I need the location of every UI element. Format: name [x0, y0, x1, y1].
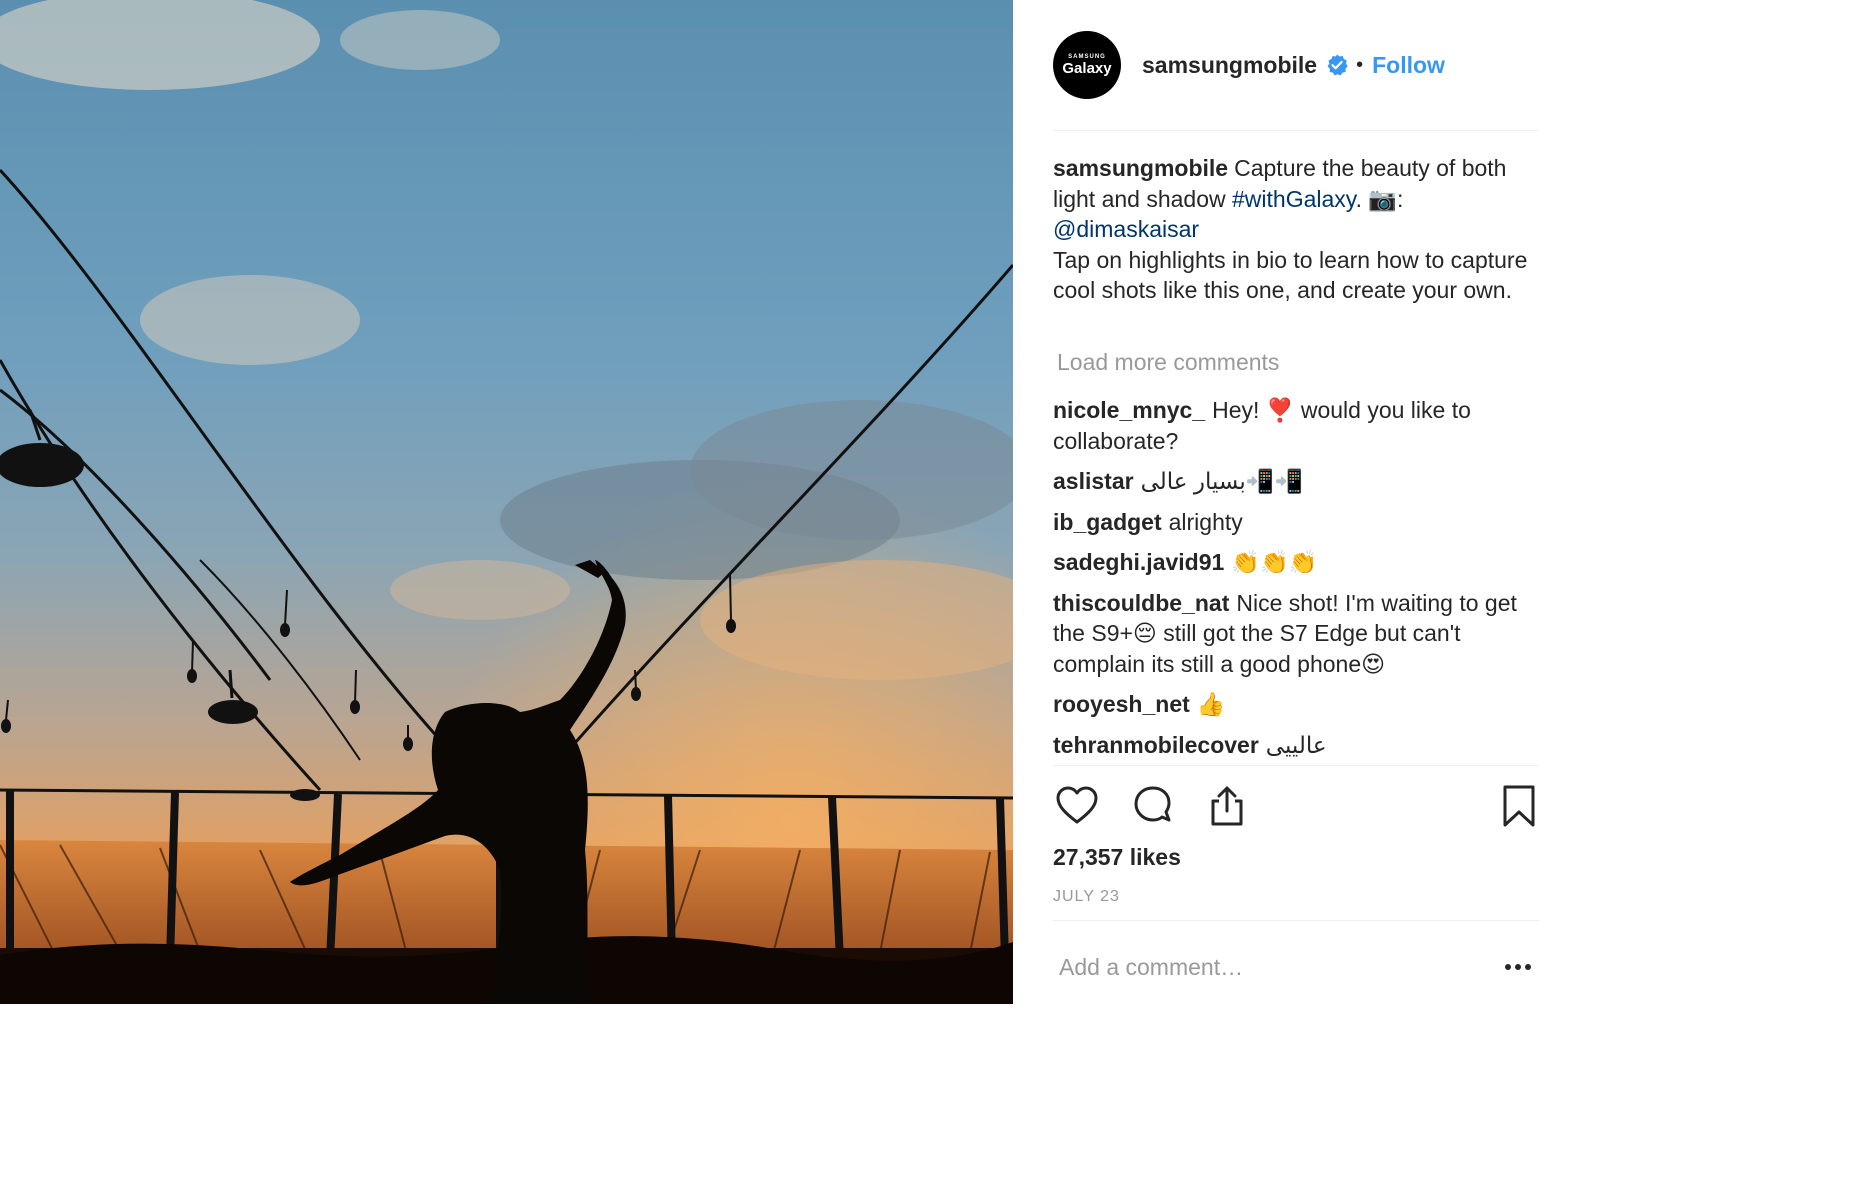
comment-text: 👏👏👏: [1231, 549, 1318, 575]
comment-item: nicole_mnyc_ Hey! ❣️ would you like to co…: [1053, 395, 1539, 456]
comment-item: thiscouldbe_nat Nice shot! I'm waiting to…: [1053, 588, 1539, 680]
header-divider: [1053, 130, 1539, 131]
verified-badge-icon: [1327, 54, 1348, 76]
comment-list: nicole_mnyc_ Hey! ❣️ would you like to co…: [1053, 395, 1539, 770]
post-side-panel: SAMSUNG Galaxy samsungmobile • Follow sa…: [1013, 0, 1556, 1004]
footer-divider: [1053, 920, 1539, 921]
load-more-comments-link[interactable]: Load more comments: [1057, 349, 1279, 376]
more-options-icon[interactable]: [1503, 954, 1533, 980]
comment-username[interactable]: thiscouldbe_nat: [1053, 590, 1229, 616]
header-separator-dot: •: [1356, 53, 1364, 76]
avatar-brand-main: Galaxy: [1062, 59, 1112, 77]
comment-bubble-icon[interactable]: [1131, 784, 1175, 828]
comment-text: alrighty: [1168, 508, 1243, 535]
comment-username[interactable]: nicole_mnyc_: [1053, 397, 1205, 423]
comment-item: ib_gadget alrighty: [1053, 507, 1539, 538]
bookmark-icon[interactable]: [1497, 784, 1541, 828]
caption-mention-link[interactable]: @dimaskaisar: [1053, 216, 1199, 242]
post-header: SAMSUNG Galaxy samsungmobile • Follow: [1053, 30, 1445, 100]
avatar[interactable]: SAMSUNG Galaxy: [1053, 31, 1121, 99]
comment-item: rooyesh_net 👍: [1053, 689, 1539, 720]
sunset-silhouette-image: [0, 0, 1013, 1004]
post-photo[interactable]: [0, 0, 1013, 1004]
comment-text: بسیار عالی📲📲: [1140, 468, 1304, 494]
post-actions-bar: [1053, 784, 1539, 828]
instagram-post: SAMSUNG Galaxy samsungmobile • Follow sa…: [0, 0, 1556, 1004]
comment-username[interactable]: tehranmobilecover: [1053, 732, 1259, 758]
caption-text-3: Tap on highlights in bio to learn how to…: [1053, 246, 1528, 304]
comment-item: aslistar بسیار عالی📲📲: [1053, 466, 1539, 497]
caption-text-2: . 📷:: [1355, 185, 1404, 212]
comment-username[interactable]: rooyesh_net: [1053, 691, 1190, 717]
comment-username[interactable]: aslistar: [1053, 468, 1134, 494]
comments-divider: [1053, 765, 1539, 766]
heart-icon[interactable]: [1055, 784, 1099, 828]
comment-item: sadeghi.javid91 👏👏👏: [1053, 547, 1539, 578]
caption-username[interactable]: samsungmobile: [1053, 155, 1228, 181]
share-icon[interactable]: [1205, 784, 1249, 828]
post-date[interactable]: JULY 23: [1053, 888, 1120, 906]
likes-count[interactable]: 27,357 likes: [1053, 844, 1181, 871]
post-caption: samsungmobile Capture the beauty of both …: [1053, 153, 1539, 306]
comment-item: tehranmobilecover عالییی: [1053, 730, 1539, 761]
add-comment-input[interactable]: [1057, 946, 1481, 988]
caption-hashtag-link[interactable]: #withGalaxy: [1232, 186, 1356, 212]
comment-text: عالییی: [1265, 731, 1327, 758]
add-comment-form: [1053, 940, 1539, 996]
author-username[interactable]: samsungmobile: [1142, 52, 1317, 79]
follow-button[interactable]: Follow: [1372, 52, 1445, 79]
comment-username[interactable]: ib_gadget: [1053, 509, 1162, 535]
comment-text: 👍: [1196, 691, 1226, 717]
comment-username[interactable]: sadeghi.javid91: [1053, 549, 1224, 575]
